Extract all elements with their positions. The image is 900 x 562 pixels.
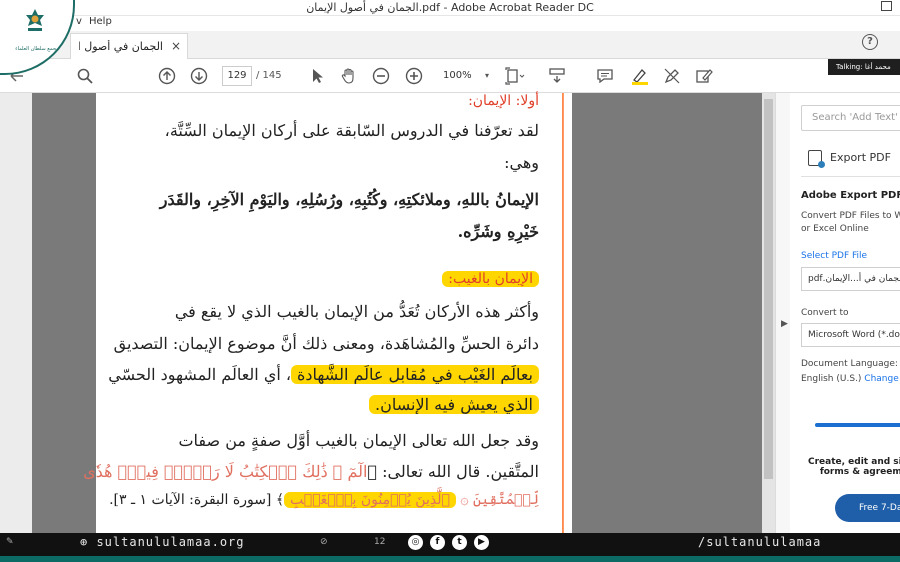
page-border-line xyxy=(562,93,563,533)
zoom-in-icon[interactable] xyxy=(405,67,423,85)
page-gutter xyxy=(564,93,572,533)
fit-page-icon[interactable] xyxy=(505,67,525,85)
social-handle: /sultanululamaa xyxy=(698,535,822,549)
promo-text: Create, edit and si forms & agreem xyxy=(808,457,900,477)
quran-verse: لِّلۡمُتَّقِينَ ۞ xyxy=(460,492,539,508)
quran-verse: الٓمٓ ۞ ذَٰلِكَ ٱلۡكِتَٰبُ لَا رَيۡبَۛ ف… xyxy=(83,462,368,481)
paragraph-line: المتَّقين. قال الله تعالى: ﴿الٓمٓ ۞ ذَٰل… xyxy=(83,462,539,481)
tab-document[interactable]: الجمان في أصول الإي × xyxy=(70,33,188,59)
logo-text: مجمع سلطان العلماء xyxy=(15,46,59,52)
highlight-mark: الذي يعيش فيه الإنسان. xyxy=(369,395,539,414)
tools-pane: ▶ Search 'Add Text' Export PDF Adobe Exp… xyxy=(775,93,900,533)
scrollbar-thumb[interactable] xyxy=(764,99,773,479)
collapse-pane-icon[interactable]: ▶ xyxy=(781,319,788,329)
comment-icon[interactable] xyxy=(596,67,614,85)
paragraph-line: الذي يعيش فيه الإنسان. xyxy=(369,395,539,414)
paragraph-line: وقد جعل الله تعالى الإيمان بالغيب أوَّل … xyxy=(178,431,539,450)
tab-document-label: الجمان في أصول الإي xyxy=(79,40,163,53)
subheading: الإيمان بالغيب: xyxy=(442,271,539,287)
vertical-scrollbar[interactable] xyxy=(762,93,775,533)
paragraph-line: وأكثر هذه الأركان تُعَدُّ من الإيمان بال… xyxy=(174,302,539,321)
language-value: English (U.S.) xyxy=(801,374,862,384)
page-total: / 145 xyxy=(256,70,282,81)
highlight-mark: بعالَم الغَيْب في مُقابل عالَم الشَّهادة xyxy=(291,365,539,384)
paragraph-text: ﴾ [سورة البقرة: الآيات ١ ـ ٣]. xyxy=(109,492,285,508)
title-bar: الجمان في أصول الإيمان.pdf - Adobe Acrob… xyxy=(0,0,900,16)
page-number-input[interactable]: 129 xyxy=(222,66,252,86)
shield-icon: ⊘ xyxy=(320,537,328,547)
convert-button-edge[interactable] xyxy=(815,423,900,427)
paragraph-line: خَيْرِهِ وشَرِّه. xyxy=(457,222,539,241)
zoom-value: 100% xyxy=(443,70,472,81)
website-url: ⊕ sultanululamaa.org xyxy=(80,535,245,549)
select-cursor-icon[interactable] xyxy=(308,67,326,85)
paragraph-line: الإيمانُ باللهِ، وملائكتِهِ، وكُتُبِهِ، … xyxy=(159,190,539,209)
export-pdf-tool[interactable]: Export PDF xyxy=(808,150,891,170)
tools-search-input[interactable]: Search 'Add Text' xyxy=(801,105,900,131)
select-file-link[interactable]: Select PDF File xyxy=(801,251,867,261)
pen-icon: ✎ xyxy=(6,537,14,547)
highlight-icon[interactable] xyxy=(630,67,650,85)
left-nav-strip xyxy=(0,93,32,533)
menu-view[interactable]: v xyxy=(76,16,82,27)
document-viewer[interactable]: أولا: الإيمان: لقد تعرّفنا في الدروس الس… xyxy=(0,93,775,533)
convert-to-label: Convert to xyxy=(801,308,849,318)
export-description: Convert PDF Files to W xyxy=(801,211,900,221)
paragraph-line: بعالَم الغَيْب في مُقابل عالَم الشَّهادة… xyxy=(108,365,539,384)
chevron-down-icon: ▾ xyxy=(484,71,489,80)
talking-badge: Talking: محمد أغا xyxy=(828,59,900,75)
export-panel: Search 'Add Text' Export PDF Adobe Expor… xyxy=(790,93,900,533)
hand-tool-icon[interactable] xyxy=(340,67,358,85)
panel-divider xyxy=(801,176,900,177)
youtube-icon[interactable]: ▶ xyxy=(474,535,489,550)
paragraph-line: لِّلۡمُتَّقِينَ ۞ ٱلَّذِينَ يُؤۡمِنُونَ … xyxy=(109,492,539,508)
participants-count: 12 xyxy=(374,537,386,547)
page-up-icon[interactable] xyxy=(158,67,176,85)
highlight-mark: الإيمان بالغيب: xyxy=(442,271,539,287)
export-heading: Adobe Export PDF xyxy=(801,190,900,201)
help-icon[interactable]: ? xyxy=(862,34,878,50)
export-description: or Excel Online xyxy=(801,224,869,234)
zoom-out-icon[interactable] xyxy=(372,67,390,85)
selected-file-field[interactable]: الجمان في أ...الإيمان.pdf xyxy=(801,267,900,291)
paragraph-text: ، أي العالَم المشهود الحسّي xyxy=(108,365,292,384)
footer-accent-strip xyxy=(0,556,900,562)
footer-bar: ✎ ⊕ sultanululamaa.org ⊘ 12 ◎ f t ▶ /sul… xyxy=(0,533,900,562)
window-title: الجمان في أصول الإيمان.pdf - Adobe Acrob… xyxy=(306,1,594,14)
close-icon[interactable]: × xyxy=(171,39,181,53)
document-language-label: Document Language: xyxy=(801,359,898,369)
paragraph-text: المتَّقين. قال الله تعالى: ﴿ xyxy=(367,462,539,481)
zoom-search-icon[interactable] xyxy=(76,67,94,85)
tab-bar: الجمان في أصول الإي × xyxy=(0,31,900,59)
export-pdf-icon xyxy=(808,150,825,168)
page-down-icon[interactable] xyxy=(190,67,208,85)
paragraph-line: وهي: xyxy=(504,153,539,172)
pdf-page: أولا: الإيمان: لقد تعرّفنا في الدروس الس… xyxy=(83,93,564,533)
draw-icon[interactable] xyxy=(663,67,681,85)
paragraph-line: دائرة الحسِّ والمُشاهَدة، ومعنى ذلك أنَّ… xyxy=(113,334,539,353)
promo-line: forms & agreem xyxy=(819,467,900,477)
menu-help[interactable]: Help xyxy=(89,16,112,27)
logo-mark-icon xyxy=(26,9,44,31)
change-language-link[interactable]: Change xyxy=(864,374,898,384)
fill-sign-icon[interactable] xyxy=(695,67,713,85)
convert-format-select[interactable]: Microsoft Word (*.doc xyxy=(801,323,900,347)
promo-line: Create, edit and si xyxy=(808,457,900,467)
highlight-mark: ٱلَّذِينَ يُؤۡمِنُونَ بِٱلۡغَيۡبِ xyxy=(284,492,456,508)
language-row: English (U.S.) Change xyxy=(801,374,899,384)
scroll-mode-icon[interactable] xyxy=(548,67,568,85)
instagram-icon[interactable]: ◎ xyxy=(408,535,423,550)
paragraph-line: لقد تعرّفنا في الدروس السّابقة على أركان… xyxy=(164,121,539,140)
toolbar: 129 / 145 100% ▾ xyxy=(0,59,900,93)
export-pdf-label: Export PDF xyxy=(830,151,891,164)
twitter-icon[interactable]: t xyxy=(452,535,467,550)
free-trial-button[interactable]: Free 7-Day Tri xyxy=(835,494,900,522)
zoom-select[interactable]: 100% ▾ xyxy=(435,66,491,86)
facebook-icon[interactable]: f xyxy=(430,535,445,550)
section-heading: أولا: الإيمان: xyxy=(468,93,539,109)
maximize-icon[interactable] xyxy=(881,1,892,11)
menu-bar: v Help xyxy=(0,16,900,31)
